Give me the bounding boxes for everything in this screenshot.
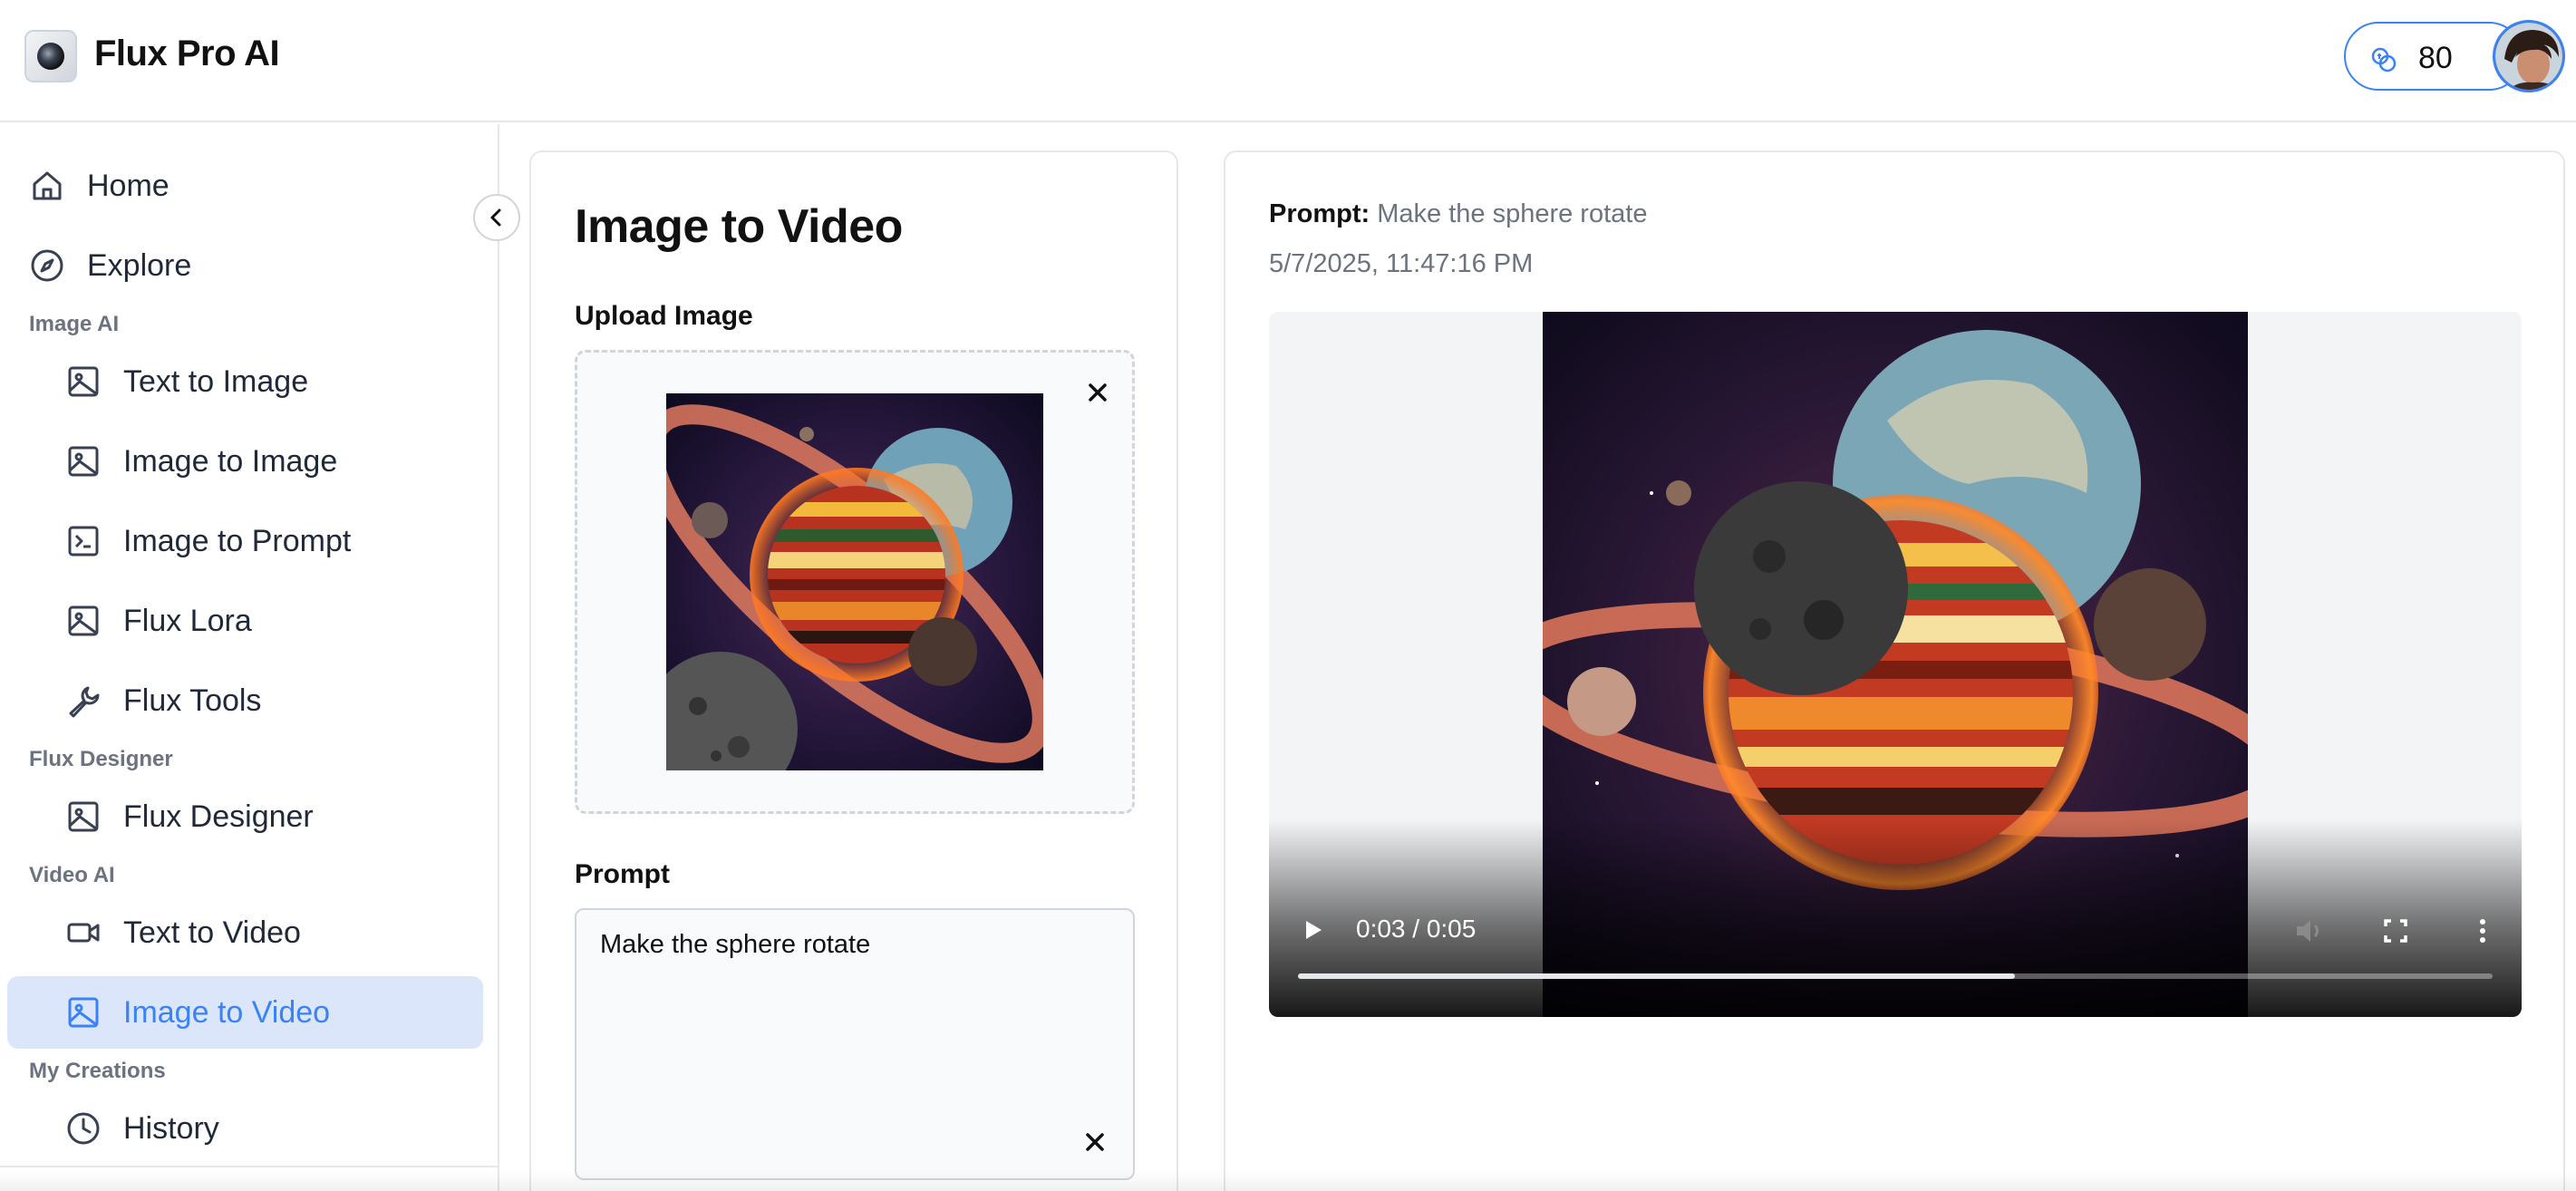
result-prompt-text: Make the sphere rotate [1377,199,1648,228]
prompt-textarea-value: Make the sphere rotate [600,930,871,959]
image-icon [68,366,99,397]
generation-form-panel: Image to Video Upload Image Prompt Make … [529,150,1178,1191]
sidebar-item-label: Image to Prompt [123,523,352,558]
section-label-image-ai: Image AI [29,312,120,336]
image-icon [68,605,99,636]
video-progress-fill [1298,973,2015,979]
sidebar-item-home[interactable]: Home [29,150,482,222]
result-prompt-label: Prompt: [1269,199,1370,228]
sidebar-item-label: Image to Image [123,443,338,479]
play-icon[interactable] [1296,914,1329,946]
clock-icon [67,1112,100,1145]
sidebar-item-label: Flux Lora [123,603,252,638]
page-bottom-shadow [0,1171,2576,1191]
sidebar-item-text-to-image[interactable]: Text to Image [65,345,482,418]
sidebar-item-explore[interactable]: Explore [29,229,482,302]
result-prompt: Prompt: Make the sphere rotate [1269,199,1647,229]
section-label-my-creations: My Creations [29,1059,166,1083]
sidebar-item-label: Home [87,168,169,203]
prompt-textarea[interactable]: Make the sphere rotate [575,908,1135,1180]
app-title[interactable]: Flux Pro AI [94,34,280,74]
video-player[interactable]: 0:03 / 0:05 [1269,312,2522,1017]
home-icon [33,171,62,200]
sidebar-item-label: History [123,1110,219,1146]
sidebar-item-label: Flux Tools [123,683,262,718]
more-options-icon[interactable] [2465,914,2500,948]
result-timestamp: 5/7/2025, 11:47:16 PM [1269,249,1534,278]
avatar-image [2495,23,2562,90]
video-progress-bar[interactable] [1298,973,2493,979]
image-icon [68,997,99,1028]
sidebar-item-label: Flux Designer [123,799,314,834]
wrench-icon [69,686,100,718]
fullscreen-icon[interactable] [2378,914,2413,948]
user-avatar[interactable] [2493,20,2565,92]
app-logo[interactable] [24,30,77,82]
video-camera-icon [67,923,100,943]
video-time: 0:03 / 0:05 [1356,915,1477,943]
uploaded-image-preview [666,393,1043,770]
image-upload-dropzone[interactable] [575,350,1135,814]
image-icon [68,801,99,832]
sidebar-item-label: Text to Image [123,363,309,399]
section-label-flux-designer: Flux Designer [29,747,173,771]
sidebar-item-image-to-prompt[interactable]: Image to Prompt [65,505,482,577]
result-panel: Prompt: Make the sphere rotate 5/7/2025,… [1224,150,2565,1191]
clear-prompt-button[interactable] [1079,1126,1111,1158]
compass-icon [31,249,63,282]
coins-icon [2371,47,2397,73]
sidebar-item-text-to-video[interactable]: Text to Video [65,896,482,969]
sidebar-item-label: Image to Video [123,994,331,1030]
sidebar-item-label: Explore [87,247,192,283]
section-label-video-ai: Video AI [29,863,115,887]
upload-image-label: Upload Image [575,301,753,331]
sidebar-item-image-to-video[interactable]: Image to Video [7,976,483,1049]
sidebar-item-history[interactable]: History [65,1092,482,1165]
sidebar-item-flux-designer[interactable]: Flux Designer [65,780,482,853]
credits-count: 80 [2418,41,2453,75]
chevron-left-icon [490,208,501,227]
prompt-label: Prompt [575,859,670,889]
page-title: Image to Video [575,200,903,253]
top-header: Flux Pro AI 80 [0,0,2576,122]
sidebar-item-label: Text to Video [123,915,301,950]
sidebar-item-flux-lora[interactable]: Flux Lora [65,585,482,657]
collapse-sidebar-button[interactable] [473,194,520,241]
sidebar-item-image-to-image[interactable]: Image to Image [65,425,482,498]
sidebar: Home Explore Image AI Text to Image Imag… [0,124,499,1191]
image-icon [68,446,99,477]
sidebar-divider [0,1166,499,1167]
remove-image-button[interactable] [1081,376,1114,409]
volume-muted-icon[interactable] [2291,914,2326,948]
terminal-icon [68,526,99,557]
sidebar-item-flux-tools[interactable]: Flux Tools [65,664,482,737]
